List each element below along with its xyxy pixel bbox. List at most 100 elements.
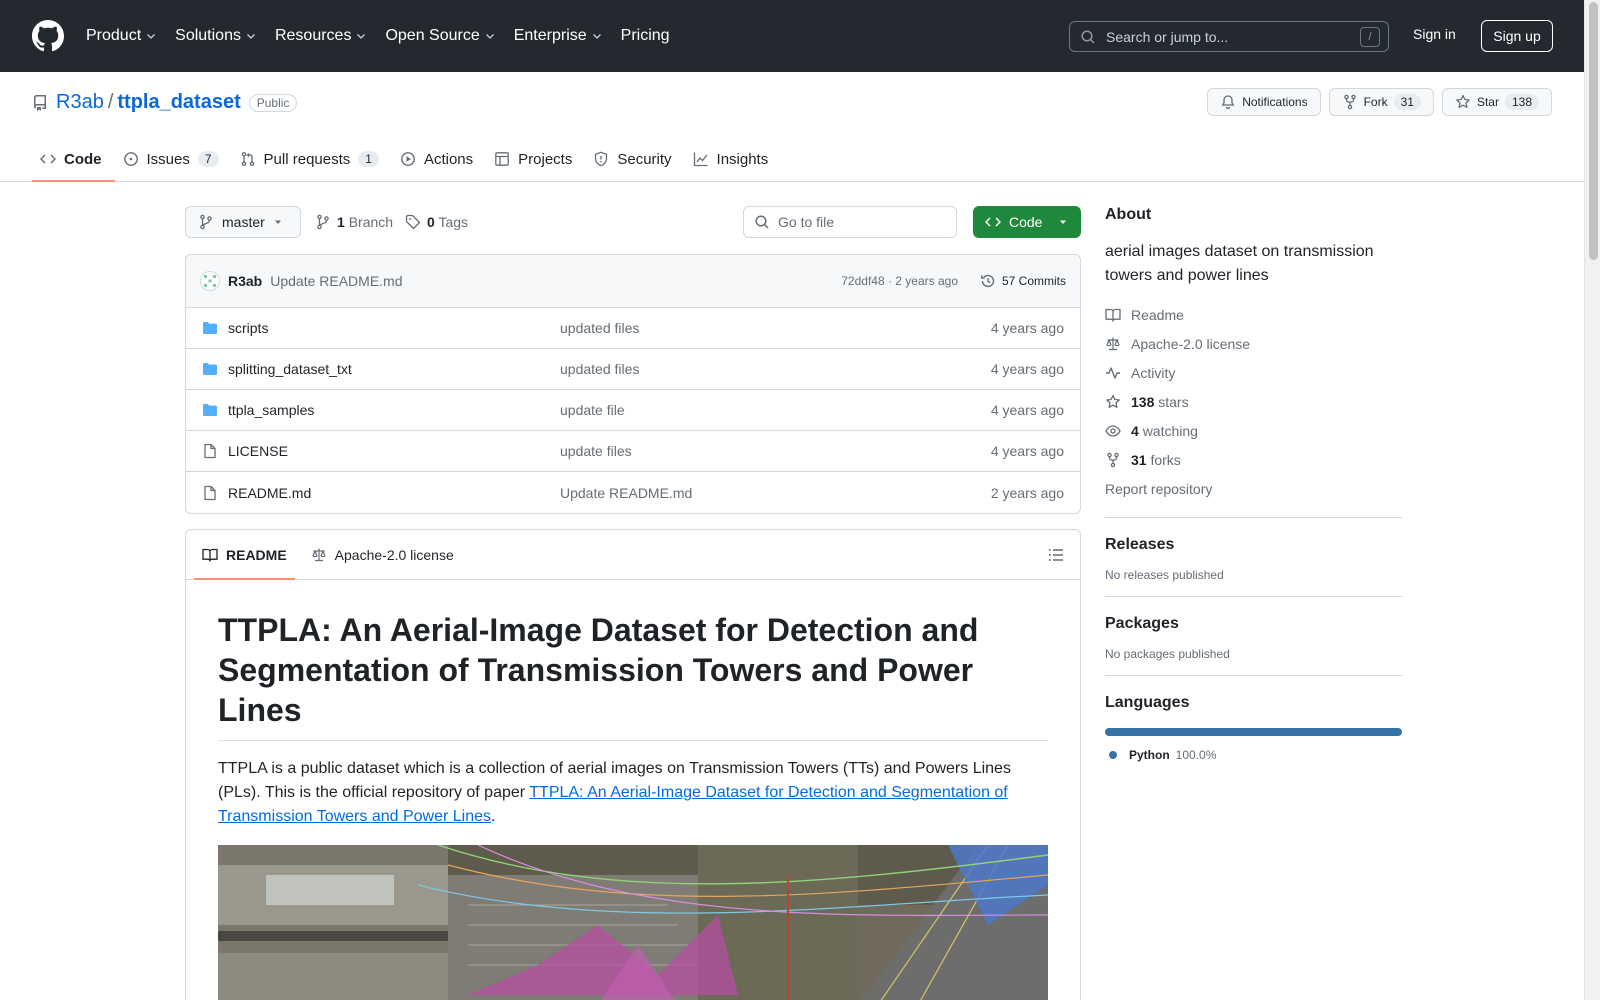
go-to-file-input[interactable]: Go to file	[743, 206, 957, 238]
repo-owner-link[interactable]: R3ab	[56, 91, 104, 114]
file-row[interactable]: README.md Update README.md 2 years ago	[186, 472, 1080, 513]
page-scrollbar[interactable]	[1584, 0, 1600, 1000]
bell-icon	[1221, 95, 1235, 110]
file-name-link[interactable]: ttpla_samples	[228, 402, 314, 418]
watching-count: 4	[1131, 422, 1139, 439]
branches-link[interactable]: 1 Branch	[337, 214, 393, 230]
tab-issues[interactable]: Issues 7	[115, 136, 232, 182]
file-name-link[interactable]: README.md	[228, 485, 311, 501]
file-name-link[interactable]: splitting_dataset_txt	[228, 361, 352, 377]
author-avatar[interactable]	[200, 271, 220, 291]
file-commit-message[interactable]: update file	[560, 402, 625, 418]
sign-up-button[interactable]: Sign up	[1481, 20, 1553, 52]
nav-resources-label: Resources	[274, 27, 352, 44]
stars-label: stars	[1158, 393, 1189, 410]
report-repository-link[interactable]: Report repository	[1105, 474, 1402, 503]
languages-heading: Languages	[1105, 694, 1190, 711]
sign-in-link[interactable]: Sign in	[1413, 26, 1456, 42]
tab-security[interactable]: Security	[585, 136, 684, 182]
file-commit-message[interactable]: updated files	[560, 361, 639, 377]
code-dropdown-button[interactable]: Code	[973, 206, 1081, 238]
repo-tabs: Code Issues 7 Pull requests 1 Actions Pr…	[32, 136, 781, 182]
repo-actions: Notifications Fork 31 Star 138	[1207, 88, 1552, 116]
nav-enterprise[interactable]: Enterprise	[514, 27, 603, 45]
tab-insights-label: Insights	[716, 150, 769, 168]
forks-link[interactable]: 31 forks	[1105, 445, 1402, 474]
watchers-link[interactable]: 4 watching	[1105, 416, 1402, 445]
file-row[interactable]: ttpla_samples update file 4 years ago	[186, 390, 1080, 431]
fork-button[interactable]: Fork 31	[1328, 88, 1434, 116]
language-name: Python	[1129, 748, 1170, 762]
github-logo-icon[interactable]	[32, 20, 64, 52]
global-search-input[interactable]: Search or jump to... /	[1069, 21, 1389, 52]
tab-insights[interactable]: Insights	[685, 136, 782, 182]
star-button[interactable]: Star 138	[1441, 88, 1552, 116]
file-name-link[interactable]: LICENSE	[228, 443, 288, 459]
nav-product-label: Product	[86, 27, 142, 44]
file-commit-message[interactable]: Update README.md	[560, 485, 692, 501]
shield-icon	[595, 151, 608, 167]
file-name-link[interactable]: scripts	[228, 320, 268, 336]
readme-content: TTPLA: An Aerial-Image Dataset for Detec…	[186, 580, 1080, 1000]
branch-icon	[200, 214, 212, 230]
graph-icon	[693, 152, 708, 167]
nav-pricing-label: Pricing	[620, 27, 670, 44]
nav-solutions[interactable]: Solutions	[175, 27, 257, 45]
tags-link[interactable]: 0 Tags	[427, 214, 468, 230]
tab-readme[interactable]: README	[194, 530, 295, 580]
scrollbar-thumb[interactable]	[1589, 2, 1598, 260]
license-link-label: Apache-2.0 license	[1131, 335, 1251, 352]
releases-heading[interactable]: Releases	[1105, 536, 1402, 554]
nav-open-source[interactable]: Open Source	[385, 27, 495, 45]
fork-icon	[1343, 94, 1356, 110]
commit-message-link[interactable]: Update README.md	[270, 273, 402, 289]
repo-title-separator: /	[107, 91, 114, 113]
nav-enterprise-label: Enterprise	[513, 27, 587, 44]
caret-down-icon	[274, 220, 281, 224]
commits-count-label: 57 Commits	[1001, 274, 1066, 288]
notifications-button[interactable]: Notifications	[1207, 88, 1321, 116]
file-commit-message[interactable]: update files	[560, 443, 632, 459]
readme-link[interactable]: Readme	[1105, 300, 1402, 329]
file-row[interactable]: splitting_dataset_txt updated files 4 ye…	[186, 349, 1080, 390]
nav-product[interactable]: Product	[86, 27, 157, 45]
license-link[interactable]: Apache-2.0 license	[1105, 329, 1402, 358]
packages-heading[interactable]: Packages	[1105, 615, 1402, 633]
stars-link[interactable]: 138 stars	[1105, 387, 1402, 416]
branch-selector-button[interactable]: master	[185, 206, 301, 238]
file-age: 4 years ago	[990, 320, 1064, 336]
tab-pull-requests[interactable]: Pull requests 1	[232, 136, 392, 182]
nav-pricing[interactable]: Pricing	[621, 27, 670, 45]
tab-license-label: Apache-2.0 license	[334, 546, 454, 563]
chevron-down-icon	[147, 34, 156, 39]
commit-author-link[interactable]: R3ab	[228, 273, 262, 289]
activity-link[interactable]: Activity	[1105, 358, 1402, 387]
language-color-dot	[1109, 751, 1117, 759]
commits-history-link[interactable]: 57 Commits	[980, 273, 1066, 289]
chevron-down-icon	[357, 34, 366, 39]
nav-resources[interactable]: Resources	[275, 27, 367, 45]
branch-tag-counts: 1 Branch 0 Tags	[315, 214, 468, 230]
pull-request-icon	[241, 151, 254, 167]
commit-hash-and-time[interactable]: 72ddf48 · 2 years ago	[841, 274, 958, 288]
tab-projects[interactable]: Projects	[486, 136, 585, 182]
file-commit-message[interactable]: updated files	[560, 320, 639, 336]
language-percent: 100.0%	[1175, 748, 1217, 762]
tab-code[interactable]: Code	[32, 136, 115, 182]
outline-list-icon[interactable]	[1048, 547, 1064, 563]
tag-count: 0	[427, 214, 435, 230]
file-row[interactable]: LICENSE update files 4 years ago	[186, 431, 1080, 472]
language-item-python[interactable]: Python 100.0%	[1105, 748, 1402, 762]
tab-license[interactable]: Apache-2.0 license	[303, 530, 462, 580]
file-row[interactable]: scripts updated files 4 years ago	[186, 308, 1080, 349]
tab-actions[interactable]: Actions	[392, 136, 486, 182]
readme-title: TTPLA: An Aerial-Image Dataset for Detec…	[218, 610, 1048, 741]
readme-intro: TTPLA is a public dataset which is a col…	[218, 757, 1048, 829]
law-icon	[1106, 337, 1120, 350]
search-icon	[1081, 29, 1095, 44]
file-table: R3ab Update README.md 72ddf48 · 2 years …	[185, 254, 1081, 514]
slash-shortcut-key: /	[1360, 26, 1380, 47]
folder-icon	[203, 322, 217, 334]
aerial-image	[218, 845, 1048, 1000]
repo-name-link[interactable]: ttpla_dataset	[117, 91, 240, 114]
